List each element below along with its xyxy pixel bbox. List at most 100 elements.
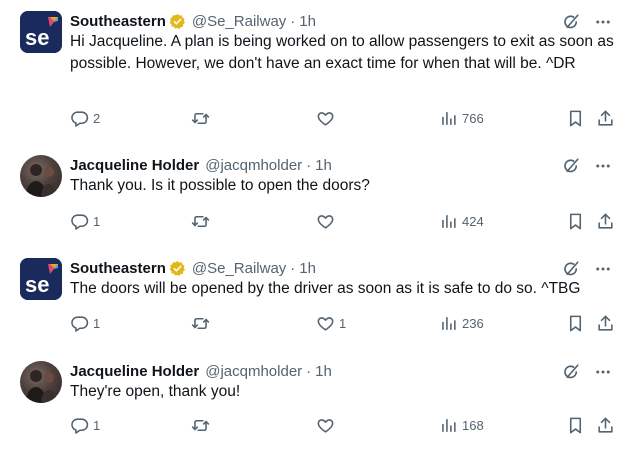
grok-icon[interactable] [562, 13, 580, 31]
more-icon[interactable] [594, 157, 612, 175]
author-handle[interactable]: @Se_Railway [192, 13, 286, 30]
retweet-icon [191, 416, 210, 435]
share-icon [596, 109, 615, 128]
bookmark-button[interactable] [566, 212, 585, 231]
bookmark-icon [566, 109, 585, 128]
reply-button[interactable]: 1 [70, 314, 100, 333]
share-button[interactable] [596, 212, 615, 231]
views-count: 766 [462, 111, 484, 126]
reply-icon [70, 109, 89, 128]
author-name[interactable]: Jacqueline Holder [70, 363, 199, 380]
views-icon [439, 212, 458, 231]
tweet-text: They're open, thank you! [70, 383, 241, 400]
retweet-button[interactable] [191, 416, 214, 435]
like-button[interactable] [316, 212, 339, 231]
more-icon[interactable] [594, 260, 612, 278]
separator-dot: · [290, 259, 296, 277]
action-bar: 1 424 [70, 212, 618, 236]
views-button[interactable]: 424 [439, 212, 484, 231]
reply-button[interactable]: 1 [70, 212, 100, 231]
like-button[interactable] [316, 109, 339, 128]
views-button[interactable]: 236 [439, 314, 484, 333]
bookmark-button[interactable] [566, 416, 585, 435]
like-count: 1 [339, 316, 347, 331]
svg-text:se: se [25, 25, 49, 50]
share-button[interactable] [596, 109, 615, 128]
author-handle[interactable]: @Se_Railway [192, 260, 286, 277]
timestamp[interactable]: 1h [299, 13, 316, 30]
bookmark-icon [566, 314, 585, 333]
tweet-text: Hi Jacqueline. A plan is being worked on… [70, 33, 614, 72]
bookmark-button[interactable] [566, 109, 585, 128]
reply-count: 2 [93, 111, 101, 126]
share-icon [596, 314, 615, 333]
share-icon [596, 212, 615, 231]
retweet-icon [191, 212, 210, 231]
like-icon [316, 109, 335, 128]
verified-badge-icon [169, 13, 186, 30]
more-icon[interactable] [594, 363, 612, 381]
avatar-jacqueline[interactable] [20, 155, 62, 197]
more-icon[interactable] [594, 13, 612, 31]
bookmark-icon [566, 212, 585, 231]
timestamp[interactable]: 1h [299, 260, 316, 277]
timestamp[interactable]: 1h [315, 157, 332, 174]
author-handle[interactable]: @jacqmholder [205, 157, 302, 174]
action-bar: 1 168 [70, 416, 618, 440]
verified-badge-icon [169, 260, 186, 277]
action-bar: 2 766 [70, 109, 618, 133]
tweet-text: Thank you. Is it possible to open the do… [70, 177, 370, 194]
separator-dot: · [290, 12, 296, 30]
tweet-text: The doors will be opened by the driver a… [70, 280, 581, 297]
views-button[interactable]: 168 [439, 416, 484, 435]
retweet-button[interactable] [191, 314, 214, 333]
author-handle[interactable]: @jacqmholder [205, 363, 302, 380]
grok-icon[interactable] [562, 157, 580, 175]
views-icon [439, 109, 458, 128]
avatar-jacqueline[interactable] [20, 361, 62, 403]
views-button[interactable]: 766 [439, 109, 484, 128]
reply-icon [70, 416, 89, 435]
grok-icon[interactable] [562, 260, 580, 278]
views-count: 236 [462, 316, 484, 331]
retweet-icon [191, 314, 210, 333]
southeastern-logo-icon: se [20, 258, 62, 300]
like-icon [316, 212, 335, 231]
retweet-icon [191, 109, 210, 128]
share-icon [596, 416, 615, 435]
action-bar: 1 1 236 [70, 314, 618, 338]
southeastern-logo-icon: se [20, 11, 62, 53]
reply-count: 1 [93, 418, 101, 433]
grok-icon[interactable] [562, 363, 580, 381]
reply-icon [70, 314, 89, 333]
views-count: 424 [462, 214, 484, 229]
share-button[interactable] [596, 416, 615, 435]
like-icon [316, 314, 335, 333]
reply-icon [70, 212, 89, 231]
reply-button[interactable]: 2 [70, 109, 100, 128]
views-icon [439, 416, 458, 435]
like-icon [316, 416, 335, 435]
views-count: 168 [462, 418, 484, 433]
bookmark-button[interactable] [566, 314, 585, 333]
like-button[interactable]: 1 [316, 314, 346, 333]
profile-photo-icon [26, 370, 57, 403]
views-icon [439, 314, 458, 333]
author-name[interactable]: Southeastern [70, 13, 166, 30]
separator-dot: · [306, 156, 312, 174]
retweet-button[interactable] [191, 212, 214, 231]
avatar-southeastern[interactable]: se [20, 258, 62, 300]
profile-photo-icon [26, 164, 57, 197]
svg-text:se: se [25, 272, 49, 297]
like-button[interactable] [316, 416, 339, 435]
reply-count: 1 [93, 316, 101, 331]
author-name[interactable]: Jacqueline Holder [70, 157, 199, 174]
timestamp[interactable]: 1h [315, 363, 332, 380]
reply-button[interactable]: 1 [70, 416, 100, 435]
share-button[interactable] [596, 314, 615, 333]
avatar-southeastern[interactable]: se [20, 11, 62, 53]
separator-dot: · [306, 362, 312, 380]
author-name[interactable]: Southeastern [70, 260, 166, 277]
retweet-button[interactable] [191, 109, 214, 128]
bookmark-icon [566, 416, 585, 435]
